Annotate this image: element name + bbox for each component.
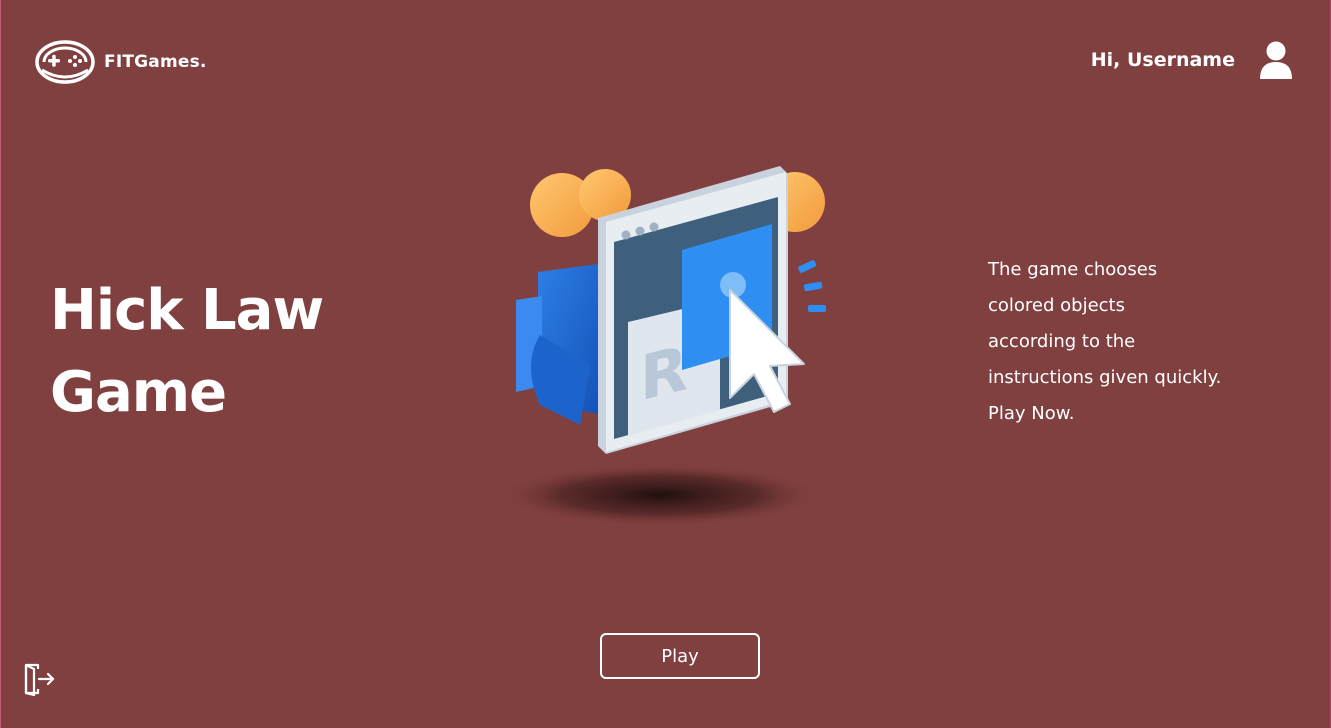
brand[interactable]: FITGames. xyxy=(34,37,207,87)
game-description: The game chooses colored objects accordi… xyxy=(988,252,1278,432)
logout-icon[interactable] xyxy=(22,662,56,696)
gamepad-icon xyxy=(35,40,95,84)
description-line: colored objects xyxy=(988,295,1125,316)
play-button[interactable]: Play xyxy=(600,633,760,679)
page-title: Hick Law Game xyxy=(50,270,380,434)
description-line: according to the xyxy=(988,331,1136,352)
game-page: FITGames. Hi, Username Hick Law Game R T… xyxy=(0,0,1331,728)
title-line-2: Game xyxy=(50,360,227,425)
description-line: The game chooses xyxy=(988,259,1158,280)
browser-click-illustration: R xyxy=(495,166,826,527)
greeting-text: Hi, Username xyxy=(1090,49,1235,71)
description-line: Play Now. xyxy=(988,403,1075,424)
description-line: instructions given quickly. xyxy=(988,367,1222,388)
brand-name: FITGames. xyxy=(104,52,207,72)
svg-text:R: R xyxy=(640,332,688,416)
user-greeting[interactable]: Hi, Username xyxy=(1091,40,1293,80)
title-line-1: Hick Law xyxy=(50,278,324,343)
user-icon[interactable] xyxy=(1259,40,1293,80)
